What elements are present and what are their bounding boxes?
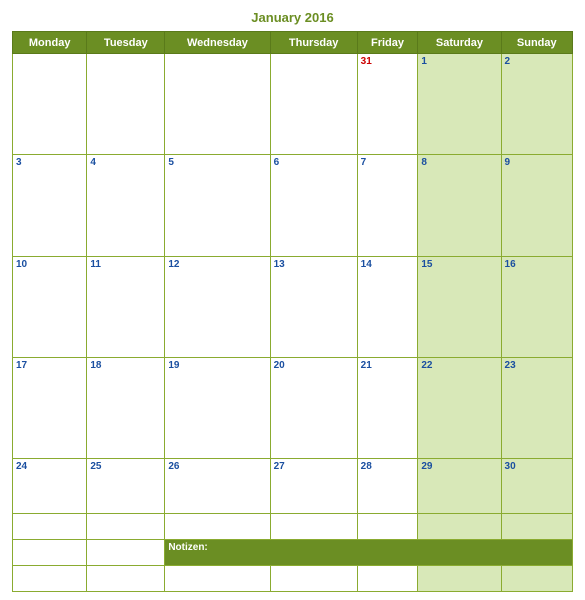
day-number: 11 <box>90 259 101 270</box>
day-cell-w3-d7[interactable]: 16 <box>501 256 572 357</box>
calendar-page: January 2016 Monday Tuesday Wednesday Th… <box>0 0 585 600</box>
day-number: 9 <box>505 157 511 168</box>
day-number: 15 <box>421 259 432 270</box>
week-row-1: 31 1 2 <box>13 54 573 155</box>
day-number: 23 <box>505 360 516 371</box>
extra-row-2: Notizen: <box>13 540 573 566</box>
day-number: 14 <box>361 259 372 270</box>
day-number: 7 <box>361 157 367 168</box>
day-cell-w1-d3[interactable] <box>165 54 270 155</box>
day-cell-w1-d7[interactable]: 2 <box>501 54 572 155</box>
calendar-table: Monday Tuesday Wednesday Thursday Friday… <box>12 31 573 592</box>
day-cell-w3-d4[interactable]: 13 <box>270 256 357 357</box>
day-number: 27 <box>274 461 285 472</box>
day-cell-w1-d4[interactable] <box>270 54 357 155</box>
day-cell-w5-d7[interactable]: 30 <box>501 459 572 514</box>
day-cell-w2-d7[interactable]: 9 <box>501 155 572 256</box>
day-number: 20 <box>274 360 285 371</box>
calendar-title: January 2016 <box>12 10 573 25</box>
day-cell-w3-d6[interactable]: 15 <box>418 256 501 357</box>
day-cell-w2-d5[interactable]: 7 <box>357 155 418 256</box>
extra-row-3 <box>13 565 573 591</box>
col-friday: Friday <box>357 32 418 54</box>
day-cell-w1-d5[interactable]: 31 <box>357 54 418 155</box>
day-number: 19 <box>168 360 179 371</box>
day-cell-w2-d3[interactable]: 5 <box>165 155 270 256</box>
day-cell-w3-d3[interactable]: 12 <box>165 256 270 357</box>
day-number: 22 <box>421 360 432 371</box>
day-cell-w1-d1[interactable] <box>13 54 87 155</box>
day-cell-w5-d4[interactable]: 27 <box>270 459 357 514</box>
day-cell-w2-d2[interactable]: 4 <box>87 155 165 256</box>
day-number: 4 <box>90 157 96 168</box>
day-cell-w5-d1[interactable]: 24 <box>13 459 87 514</box>
day-cell-w2-d1[interactable]: 3 <box>13 155 87 256</box>
day-cell-w5-d5[interactable]: 28 <box>357 459 418 514</box>
week-row-2: 3 4 5 6 7 8 9 <box>13 155 573 256</box>
day-number: 3 <box>16 157 22 168</box>
day-number: 26 <box>168 461 179 472</box>
col-sunday: Sunday <box>501 32 572 54</box>
col-monday: Monday <box>13 32 87 54</box>
day-number: 8 <box>421 157 427 168</box>
day-number: 28 <box>361 461 372 472</box>
day-cell-w3-d5[interactable]: 14 <box>357 256 418 357</box>
day-cell-w4-d1[interactable]: 17 <box>13 358 87 459</box>
day-cell-w4-d7[interactable]: 23 <box>501 358 572 459</box>
day-cell-w4-d3[interactable]: 19 <box>165 358 270 459</box>
day-number: 17 <box>16 360 27 371</box>
day-cell-w4-d4[interactable]: 20 <box>270 358 357 459</box>
day-cell-w1-d2[interactable] <box>87 54 165 155</box>
col-thursday: Thursday <box>270 32 357 54</box>
day-number: 29 <box>421 461 432 472</box>
day-cell-w2-d4[interactable]: 6 <box>270 155 357 256</box>
week-row-4: 17 18 19 20 21 22 23 <box>13 358 573 459</box>
day-number: 24 <box>16 461 27 472</box>
day-cell-w5-d3[interactable]: 26 <box>165 459 270 514</box>
day-cell-w2-d6[interactable]: 8 <box>418 155 501 256</box>
day-cell-w3-d2[interactable]: 11 <box>87 256 165 357</box>
day-number: 10 <box>16 259 27 270</box>
day-cell-w5-d2[interactable]: 25 <box>87 459 165 514</box>
week-row-5: 24 25 26 27 28 29 30 <box>13 459 573 514</box>
day-number: 25 <box>90 461 101 472</box>
extra-row-1 <box>13 514 573 540</box>
col-saturday: Saturday <box>418 32 501 54</box>
day-cell-w4-d6[interactable]: 22 <box>418 358 501 459</box>
day-cell-w3-d1[interactable]: 10 <box>13 256 87 357</box>
day-cell-w5-d6[interactable]: 29 <box>418 459 501 514</box>
day-cell-w1-d6[interactable]: 1 <box>418 54 501 155</box>
day-cell-w4-d5[interactable]: 21 <box>357 358 418 459</box>
day-number: 30 <box>505 461 516 472</box>
day-number: 21 <box>361 360 372 371</box>
day-number: 16 <box>505 259 516 270</box>
col-tuesday: Tuesday <box>87 32 165 54</box>
day-cell-w4-d2[interactable]: 18 <box>87 358 165 459</box>
day-number: 2 <box>505 56 511 67</box>
day-number: 12 <box>168 259 179 270</box>
col-wednesday: Wednesday <box>165 32 270 54</box>
day-number: 5 <box>168 157 174 168</box>
day-number: 6 <box>274 157 280 168</box>
day-number: 1 <box>421 56 427 67</box>
week-row-3: 10 11 12 13 14 15 16 <box>13 256 573 357</box>
header-row: Monday Tuesday Wednesday Thursday Friday… <box>13 32 573 54</box>
notes-label: Notizen: <box>165 540 573 566</box>
day-number: 31 <box>361 56 372 67</box>
day-number: 18 <box>90 360 101 371</box>
day-number: 13 <box>274 259 285 270</box>
